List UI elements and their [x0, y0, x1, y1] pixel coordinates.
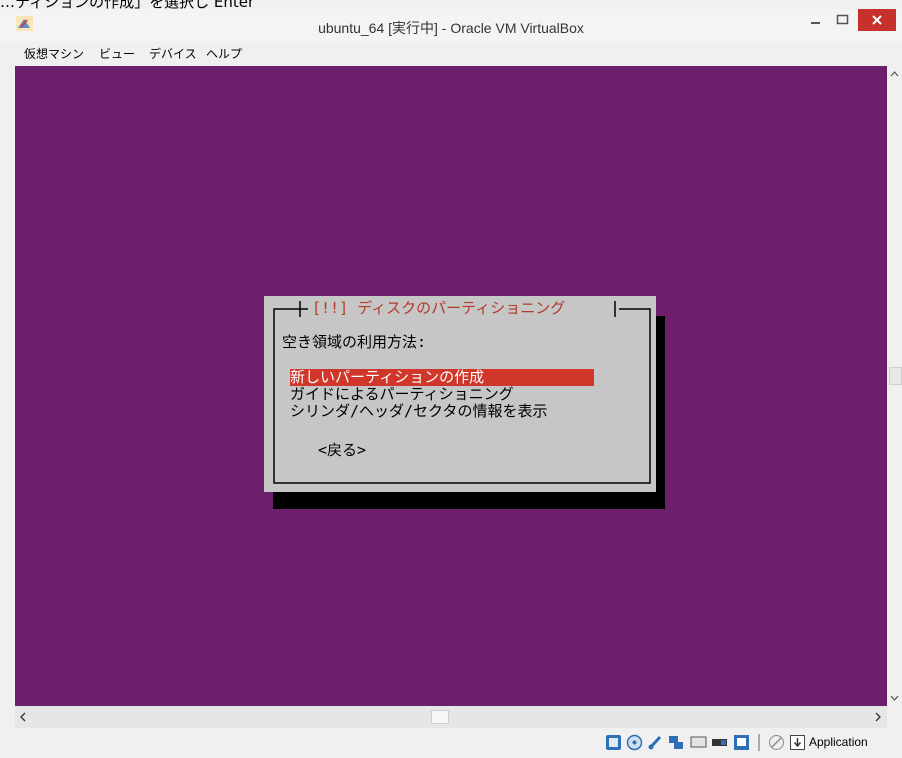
- back-button[interactable]: <戻る>: [318, 442, 366, 459]
- shared-folder-icon[interactable]: [668, 734, 685, 751]
- window-title: ubuntu_64 [実行中] - Oracle VM VirtualBox: [318, 20, 584, 36]
- host-key-icon[interactable]: [789, 734, 806, 751]
- usb-icon[interactable]: [647, 734, 664, 751]
- menu-machine[interactable]: 仮想マシン: [24, 45, 84, 62]
- dialog-prompt: 空き領域の利用方法:: [282, 333, 427, 351]
- close-button[interactable]: [858, 9, 896, 31]
- option-new-partition[interactable]: 新しいパーティションの作成: [290, 369, 594, 386]
- menu-view[interactable]: ビュー: [99, 45, 135, 62]
- mouse-integration-icon[interactable]: [768, 734, 785, 751]
- status-separator: [758, 734, 760, 751]
- dialog-title: [!!] ディスクのパーティショニング: [308, 297, 570, 318]
- network-icon[interactable]: [711, 734, 728, 751]
- close-icon: [872, 15, 882, 25]
- hard-disk-icon[interactable]: [605, 734, 622, 751]
- option-guided-partitioning[interactable]: ガイドによるパーティショニング: [290, 386, 514, 403]
- optical-drive-icon[interactable]: [626, 734, 643, 751]
- vertical-scrollbar[interactable]: [887, 66, 902, 706]
- status-bar: [0, 728, 902, 758]
- video-capture-icon[interactable]: [733, 734, 750, 751]
- option-show-geometry[interactable]: シリンダ/ヘッダ/セクタの情報を表示: [290, 403, 547, 420]
- horizontal-scroll-thumb[interactable]: [431, 710, 449, 724]
- menu-help[interactable]: ヘルプ: [206, 45, 242, 62]
- minimize-button[interactable]: [803, 9, 828, 31]
- display-icon[interactable]: [690, 734, 707, 751]
- vertical-scroll-thumb[interactable]: [889, 367, 902, 385]
- maximize-button[interactable]: [830, 9, 855, 31]
- menu-devices[interactable]: デバイス: [149, 45, 197, 62]
- host-key-label[interactable]: Application: [809, 735, 868, 749]
- menu-bar: 仮想マシン ビュー デバイス ヘルプ: [8, 42, 894, 64]
- page-caption: …ティションの作成」を選択し Enter: [0, 0, 255, 9]
- horizontal-scrollbar[interactable]: [15, 706, 887, 728]
